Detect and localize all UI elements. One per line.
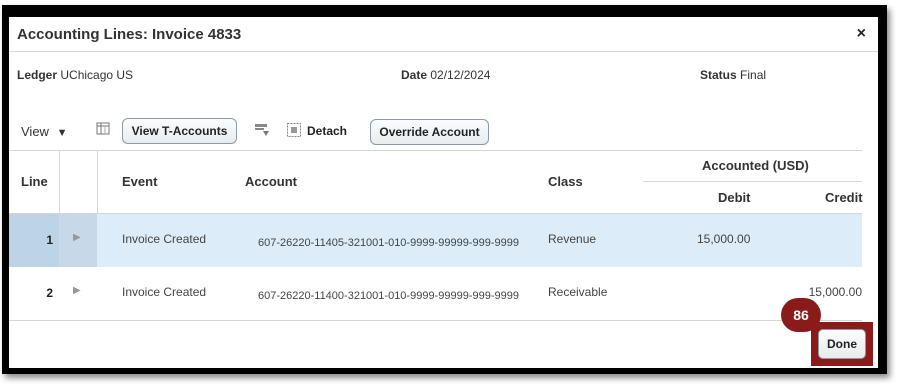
ledger-value: UChicago US [60,68,134,82]
line-cell: 2 [9,267,59,320]
column-header-event[interactable]: Event [122,174,157,189]
ledger-label: Ledger [17,68,58,82]
line-cell: 1 [9,214,59,267]
line-number: 1 [46,233,53,247]
credit-cell: 15,000.00 [808,285,862,299]
event-cell: Invoice Created [122,232,207,246]
column-header-class[interactable]: Class [548,174,583,189]
column-group-accounted-usd: Accounted (USD) [702,158,809,173]
query-by-example-icon[interactable] [254,122,270,141]
override-account-button[interactable]: Override Account [370,119,489,145]
table-row[interactable]: 1 ▶ Invoice Created 607-26220-11405-3210… [9,214,862,267]
account-cell: 607-26220-11405-321001-010-9999-99999-99… [258,237,519,249]
close-icon[interactable]: × [857,25,866,43]
disclosure-cell: ▶ [59,214,97,267]
done-highlight: Done [811,322,873,366]
dialog-title: Accounting Lines: Invoice 4833 [17,26,242,43]
column-header-debit[interactable]: Debit [718,190,751,205]
freeze-columns-icon[interactable] [95,121,111,140]
disclosure-icon[interactable]: ▶ [73,285,81,296]
table-row[interactable]: 2 ▶ Invoice Created 607-26220-11400-3210… [9,267,862,320]
view-label: View [21,124,49,139]
account-cell: 607-26220-11400-321001-010-9999-99999-99… [258,290,519,302]
accounting-lines-dialog: Accounting Lines: Invoice 4833 × Ledger … [9,17,878,368]
view-t-accounts-button[interactable]: View T-Accounts [122,118,237,144]
debit-cell: 15,000.00 [697,232,751,246]
date-value: 02/12/2024 [430,68,491,82]
column-header-account[interactable]: Account [245,174,297,189]
disclosure-icon[interactable]: ▶ [73,232,81,243]
header-top-border [9,150,862,151]
column-header-credit[interactable]: Credit [825,190,863,205]
date-field: Date 02/12/2024 [401,68,490,82]
status-label: Status [700,68,737,82]
view-dropdown-icon: ▼ [56,127,68,139]
detach-button[interactable]: Detach [307,124,347,138]
date-label: Date [401,68,428,82]
line-number: 2 [46,286,53,300]
status-value: Final [740,68,767,82]
view-menu[interactable]: View ▼ [21,124,67,139]
detach-icon[interactable] [286,122,302,141]
class-cell: Receivable [548,285,608,299]
class-cell: Revenue [548,232,597,246]
disclosure-cell: ▶ [59,267,97,320]
event-cell: Invoice Created [122,285,207,299]
ledger-field: Ledger UChicago US [17,68,133,82]
table-bottom-border [9,320,862,321]
column-header-line[interactable]: Line [21,174,48,189]
title-divider [9,51,878,52]
status-field: Status Final [700,68,766,82]
done-button[interactable]: Done [818,329,866,359]
group-header-divider [643,181,862,182]
